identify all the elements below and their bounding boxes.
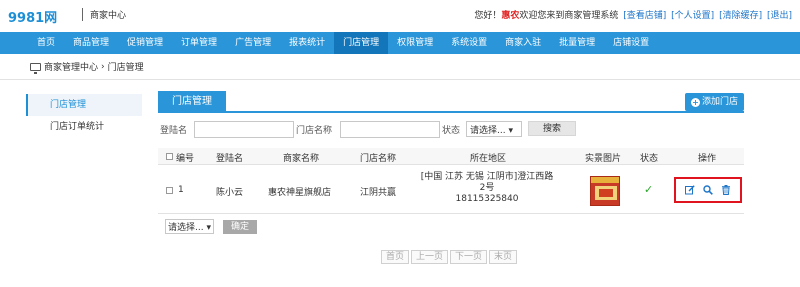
col-store: 门店名称 <box>360 154 397 164</box>
nav-merchant-join[interactable]: 商家入驻 <box>496 32 550 54</box>
status-label: 状态 <box>442 126 461 136</box>
logout-link[interactable]: [退出] <box>767 11 792 21</box>
table-row: 1 陈小云 惠农神星旗舰店 江阴共赢 [中国 江苏 无锡 江阴市]澄江西路2号 … <box>158 166 744 214</box>
col-id: 编号 <box>176 154 195 164</box>
login-name-label: 登陆名 <box>160 126 188 136</box>
sidebar: 门店管理 门店订单统计 <box>26 94 142 138</box>
page-first-button[interactable]: 首页 <box>381 250 410 264</box>
nav-reports[interactable]: 报表统计 <box>280 32 334 54</box>
status-select[interactable]: 请选择... ▾ <box>466 121 522 137</box>
row-region: [中国 江苏 无锡 江阴市]澄江西路2号 18115325840 <box>418 172 556 205</box>
panel-header: 门店管理 + 添加门店 <box>158 91 744 113</box>
username: 惠农 <box>501 11 520 21</box>
site-logo[interactable]: 9981网 <box>8 7 57 26</box>
welcome-bar: 您好！惠农欢迎您来到商家管理系统 [查看店铺] [个人设置] [清除缓存] [退… <box>474 8 792 21</box>
col-photo: 实景图片 <box>585 154 622 164</box>
clear-cache-link[interactable]: [清除缓存] <box>719 11 762 21</box>
col-login: 登陆名 <box>216 154 244 164</box>
page-next-button[interactable]: 下一页 <box>450 250 488 264</box>
row-region-phone: 18115325840 <box>455 194 519 204</box>
nav-promotions[interactable]: 促销管理 <box>118 32 172 54</box>
breadcrumb-divider <box>0 79 800 80</box>
nav-orders[interactable]: 订单管理 <box>172 32 226 54</box>
add-store-label: 添加门店 <box>701 97 738 107</box>
sidebar-item-store-management[interactable]: 门店管理 <box>26 94 142 116</box>
merchant-center-label: 商家中心 <box>90 11 127 21</box>
top-header: 9981网 商家中心 您好！惠农欢迎您来到商家管理系统 [查看店铺] [个人设置… <box>0 0 800 32</box>
col-region: 所在地区 <box>470 154 507 164</box>
row-login: 陈小云 <box>216 188 244 198</box>
store-photo-band-center <box>599 189 613 197</box>
plus-icon: + <box>690 97 700 107</box>
search-icon[interactable] <box>703 185 713 195</box>
edit-icon[interactable] <box>685 185 695 195</box>
nav-system-settings[interactable]: 系统设置 <box>442 32 496 54</box>
nav-shop-settings[interactable]: 店铺设置 <box>604 32 658 54</box>
search-button[interactable]: 搜索 <box>528 121 577 136</box>
bulk-confirm-button[interactable]: 确定 <box>223 220 258 234</box>
nav-home[interactable]: 首页 <box>28 32 64 54</box>
col-status: 状态 <box>640 154 659 164</box>
breadcrumb-root[interactable]: 商家管理中心 <box>44 60 98 73</box>
nav-permissions[interactable]: 权限管理 <box>388 32 442 54</box>
row-checkbox[interactable] <box>166 187 173 194</box>
breadcrumb-current: 门店管理 <box>107 63 144 73</box>
select-all-checkbox[interactable] <box>166 153 173 160</box>
nav-stores[interactable]: 门店管理 <box>334 32 389 54</box>
pagination: 首页 上一页 下一页 末页 <box>381 250 519 264</box>
row-region-address: [中国 江苏 无锡 江阴市]澄江西路2号 <box>420 172 554 193</box>
breadcrumb: 商家管理中心 › 门店管理 <box>30 60 144 74</box>
sidebar-item-store-order-stats[interactable]: 门店订单统计 <box>26 116 142 138</box>
add-store-button[interactable]: + 添加门店 <box>684 93 744 111</box>
status-check-icon: ✓ <box>644 183 654 196</box>
col-actions: 操作 <box>698 154 717 164</box>
search-row: 登陆名 门店名称 状态 请选择... ▾ 搜索 <box>158 121 744 138</box>
monitor-icon <box>30 62 41 74</box>
store-photo-band-top <box>591 177 619 183</box>
panel-title: 门店管理 <box>158 91 226 113</box>
nav-ads[interactable]: 广告管理 <box>226 32 280 54</box>
breadcrumb-separator: › <box>101 61 105 72</box>
nav-products[interactable]: 商品管理 <box>64 32 118 54</box>
welcome-prefix: 您好！ <box>474 11 502 21</box>
row-actions <box>674 177 742 203</box>
trash-icon[interactable] <box>721 185 731 195</box>
personal-settings-link[interactable]: [个人设置] <box>671 11 714 21</box>
store-photo[interactable] <box>590 176 620 206</box>
login-name-input[interactable] <box>194 121 294 138</box>
welcome-text: 欢迎您来到商家管理系统 <box>519 11 619 21</box>
store-name-label: 门店名称 <box>296 126 333 136</box>
col-merchant: 商家名称 <box>283 154 320 164</box>
row-id: 1 <box>178 185 184 195</box>
store-name-input[interactable] <box>340 121 440 138</box>
nav-batch[interactable]: 批量管理 <box>550 32 604 54</box>
bulk-action-select[interactable]: 请选择... ▾ <box>165 219 214 234</box>
main-nav: 首页 商品管理 促销管理 订单管理 广告管理 报表统计 门店管理 权限管理 系统… <box>0 32 800 54</box>
row-store: 江阴共赢 <box>360 188 397 198</box>
row-merchant: 惠农神星旗舰店 <box>268 188 332 198</box>
table-header: 编号 登陆名 商家名称 门店名称 所在地区 实景图片 状态 操作 <box>158 148 744 165</box>
logo-divider <box>82 8 83 21</box>
view-store-link[interactable]: [查看店铺] <box>623 11 666 21</box>
page-prev-button[interactable]: 上一页 <box>411 250 449 264</box>
page-last-button[interactable]: 末页 <box>489 250 518 264</box>
